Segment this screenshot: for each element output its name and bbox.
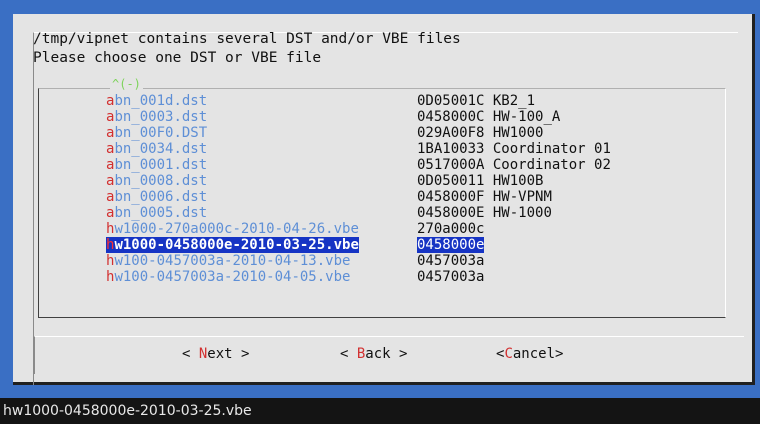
- list-item-code: 0458000F: [417, 189, 485, 205]
- list-item-filename: abn_001d.dst: [106, 93, 207, 109]
- list-item-info: 270a000c: [417, 221, 493, 237]
- list-item-info: 0458000e: [417, 237, 493, 253]
- list-item-code: 0458000e: [417, 237, 485, 253]
- list-item-filename-rest: w1000-0458000e-2010-03-25.vbe: [114, 237, 359, 253]
- list-item-code: 0458000E: [417, 205, 485, 221]
- back-button-post: ack >: [365, 346, 408, 362]
- list-item-filename: hw100-0457003a-2010-04-05.vbe: [106, 269, 350, 285]
- list-item-filename: hw100-0457003a-2010-04-13.vbe: [106, 253, 350, 269]
- list-item-info: 0D050011 HW100B: [417, 173, 543, 189]
- list-item-filename: abn_00F0.DST: [106, 125, 207, 141]
- list-item-code: 1BA10033: [417, 141, 485, 157]
- list-item-filename-rest: bn_0005.dst: [114, 205, 208, 221]
- cancel-button[interactable]: <Cancel>: [496, 346, 563, 362]
- list-item-filename-rest: bn_0008.dst: [114, 173, 208, 189]
- scroll-up-indicator: ^(-): [110, 77, 143, 91]
- list-item[interactable]: hw100-0457003a-2010-04-05.vbe 0457003a: [38, 269, 726, 285]
- list-item-info: 0458000F HW-VPNM: [417, 189, 552, 205]
- list-item-filename-rest: bn_001d.dst: [114, 93, 208, 109]
- list-item-filename: hw1000-0458000e-2010-03-25.vbe: [106, 237, 359, 253]
- list-item-code: 0458000C: [417, 109, 485, 125]
- list-item-info: 0458000C HW-100_A: [417, 109, 560, 125]
- list-item[interactable]: abn_0005.dst 0458000E HW-1000: [38, 205, 726, 221]
- list-item-info: 0D05001C KB2_1: [417, 93, 535, 109]
- list-item[interactable]: hw100-0457003a-2010-04-13.vbe 0457003a: [38, 253, 726, 269]
- list-item[interactable]: abn_001d.dst 0D05001C KB2_1: [38, 93, 726, 109]
- list-item-description: KB2_1: [492, 93, 536, 109]
- file-list[interactable]: ^(-) abn_001d.dst 0D05001C KB2_1 abn_0003.…: [38, 77, 726, 318]
- list-item-filename-rest: w100-0457003a-2010-04-13.vbe: [114, 253, 351, 269]
- list-item-filename-rest: bn_0003.dst: [114, 109, 208, 125]
- list-item-filename-rest: bn_00F0.DST: [114, 125, 208, 141]
- list-item[interactable]: abn_0001.dst 0517000A Coordinator 02: [38, 157, 726, 173]
- list-item[interactable]: abn_00F0.DST 029A00F8 HW1000: [38, 125, 726, 141]
- list-item-filename-rest: w100-0457003a-2010-04-05.vbe: [114, 269, 351, 285]
- list-item-code: 0D050011: [417, 173, 485, 189]
- list-item-filename: abn_0001.dst: [106, 157, 207, 173]
- list-item-code: 0517000A: [417, 157, 485, 173]
- list-item-filename: abn_0006.dst: [106, 189, 207, 205]
- list-item-description: HW100B: [492, 173, 544, 189]
- list-item-description: HW-100_A: [492, 109, 561, 125]
- list-item-info: 029A00F8 HW1000: [417, 125, 543, 141]
- list-item-description: HW1000: [492, 125, 544, 141]
- list-item[interactable]: hw1000-0458000e-2010-03-25.vbe 0458000e: [38, 237, 726, 253]
- list-item-info: 0517000A Coordinator 02: [417, 157, 611, 173]
- list-item-description: Coordinator 02: [492, 157, 611, 173]
- prompt-line-2: Please choose one DST or VBE file: [33, 50, 322, 66]
- status-bar: hw1000-0458000e-2010-03-25.vbe: [0, 398, 760, 424]
- list-item[interactable]: hw1000-270a000c-2010-04-26.vbe 270a000c: [38, 221, 726, 237]
- list-item[interactable]: abn_0034.dst 1BA10033 Coordinator 01: [38, 141, 726, 157]
- list-item[interactable]: abn_0008.dst 0D050011 HW100B: [38, 173, 726, 189]
- list-item[interactable]: abn_0006.dst 0458000F HW-VPNM: [38, 189, 726, 205]
- list-item-info: 0457003a: [417, 253, 493, 269]
- list-item-description: HW-1000: [492, 205, 552, 221]
- list-item-filename: hw1000-270a000c-2010-04-26.vbe: [106, 221, 359, 237]
- list-item-code: 0457003a: [417, 269, 485, 285]
- dialog-prompt: /tmp/vipnet contains several DST and/or …: [33, 30, 461, 68]
- list-item-filename-rest: bn_0001.dst: [114, 157, 208, 173]
- list-item-code: 270a000c: [417, 221, 485, 237]
- list-item-info: 1BA10033 Coordinator 01: [417, 141, 611, 157]
- prompt-line-1: /tmp/vipnet contains several DST and/or …: [33, 31, 461, 47]
- list-item-info: 0458000E HW-1000: [417, 205, 552, 221]
- desktop-background: [0, 0, 760, 12]
- list-item-filename: abn_0003.dst: [106, 109, 207, 125]
- status-text: hw1000-0458000e-2010-03-25.vbe: [3, 403, 252, 419]
- list-item-code: 0D05001C: [417, 93, 485, 109]
- next-button[interactable]: < Next >: [182, 346, 249, 362]
- cancel-button-hotkey: C: [504, 346, 513, 362]
- list-item-filename-rest: w1000-270a000c-2010-04-26.vbe: [114, 221, 359, 237]
- list-item-description: Coordinator 01: [492, 141, 611, 157]
- next-button-post: ext >: [207, 346, 250, 362]
- list-item-description: HW-VPNM: [492, 189, 552, 205]
- list-item-filename: abn_0008.dst: [106, 173, 207, 189]
- cancel-button-post: ancel>: [512, 346, 564, 362]
- list-item-code: 029A00F8: [417, 125, 485, 141]
- list-item-filename-rest: bn_0006.dst: [114, 189, 208, 205]
- list-item-filename: abn_0005.dst: [106, 205, 207, 221]
- list-item-filename: abn_0034.dst: [106, 141, 207, 157]
- list-item-code: 0457003a: [417, 253, 485, 269]
- next-button-pre: <: [182, 346, 199, 362]
- back-button[interactable]: < Back >: [340, 346, 407, 362]
- list-item-filename-rest: bn_0034.dst: [114, 141, 208, 157]
- list-item[interactable]: abn_0003.dst 0458000C HW-100_A: [38, 109, 726, 125]
- back-button-pre: <: [340, 346, 357, 362]
- list-item-info: 0457003a: [417, 269, 493, 285]
